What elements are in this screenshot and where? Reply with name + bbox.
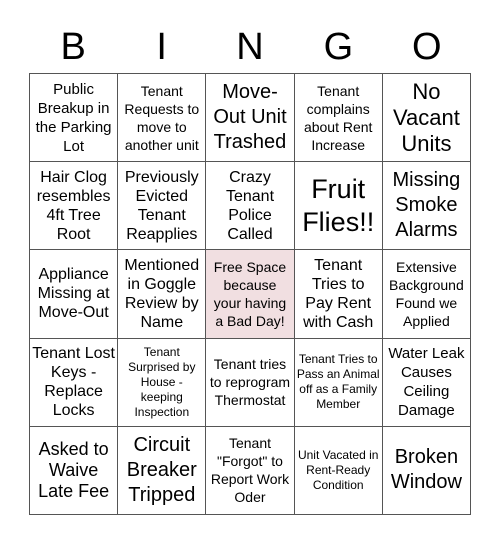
bingo-cell[interactable]: Asked to Waive Late Fee — [30, 426, 119, 515]
bingo-card: Public Breakup in the Parking Lot Tenant… — [29, 73, 471, 515]
header-letter-b: B — [60, 26, 86, 68]
bingo-cell[interactable]: Tenant Tries to Pay Rent with Cash — [294, 250, 383, 339]
free-space-cell[interactable]: Free Space because your having a Bad Day… — [206, 250, 295, 339]
bingo-cell[interactable]: Previously Evicted Tenant Reapplies — [118, 162, 207, 251]
cell-text: Previously Evicted Tenant Reapplies — [124, 168, 199, 243]
bingo-cell[interactable]: Tenant Surprised by House - keeping Insp… — [118, 338, 207, 427]
bingo-cell[interactable]: Missing Smoke Alarms — [382, 162, 471, 251]
cell-text: Tenant Tries to Pay Rent with Cash — [303, 256, 374, 331]
cell-text: No Vacant Units — [392, 78, 460, 156]
cell-text: Mentioned in Goggle Review by Name — [124, 256, 200, 331]
cell-text: Broken Window — [390, 446, 462, 494]
bingo-cell[interactable]: No Vacant Units — [382, 74, 471, 163]
bingo-cell[interactable]: Extensive Background Found we Applied — [382, 250, 471, 339]
bingo-cell[interactable]: Tenant "Forgot" to Report Work Oder — [206, 426, 295, 515]
cell-text: Tenant Lost Keys - Replace Locks — [32, 345, 115, 420]
cell-text: Missing Smoke Alarms — [392, 169, 461, 242]
bingo-cell[interactable]: Mentioned in Goggle Review by Name — [118, 250, 207, 339]
bingo-cell[interactable]: Move-Out Unit Trashed — [206, 74, 295, 163]
cell-text: Move-Out Unit Trashed — [213, 81, 287, 154]
cell-text: Hair Clog resembles 4ft Tree Root — [36, 168, 111, 243]
cell-text: Appliance Missing at Move-Out — [37, 266, 110, 322]
header-letter-g: G — [323, 26, 354, 68]
header-letter-n: N — [236, 26, 264, 68]
cell-text: Tenant "Forgot" to Report Work Oder — [210, 435, 290, 506]
bingo-cell[interactable]: Public Breakup in the Parking Lot — [30, 74, 119, 163]
cell-text: Fruit Flies!! — [302, 173, 375, 237]
cell-text: Tenant Tries to Pass an Animal off as a … — [296, 352, 380, 412]
bingo-cell[interactable]: Water Leak Causes Ceiling Damage — [382, 338, 471, 427]
bingo-cell[interactable]: Tenant Tries to Pass an Animal off as a … — [294, 338, 383, 427]
cell-text: Free Space because your having a Bad Day… — [213, 258, 287, 329]
cell-text: Tenant tries to reprogram Thermostat — [209, 356, 291, 409]
header-letter-o: O — [412, 26, 442, 68]
cell-text: Crazy Tenant Police Called — [225, 168, 275, 243]
bingo-cell[interactable]: Unit Vacated in Rent-Ready Condition — [294, 426, 383, 515]
cell-text: Tenant Requests to move to another unit — [124, 82, 200, 153]
cell-text: Unit Vacated in Rent-Ready Condition — [297, 447, 379, 492]
bingo-cell[interactable]: Tenant tries to reprogram Thermostat — [206, 338, 295, 427]
bingo-cell[interactable]: Fruit Flies!! — [294, 162, 383, 251]
cell-text: Tenant complains about Rent Increase — [303, 82, 373, 153]
bingo-header: B I N G O — [29, 22, 471, 72]
bingo-cell[interactable]: Circuit Breaker Tripped — [118, 426, 207, 515]
bingo-cell[interactable]: Tenant Lost Keys - Replace Locks — [30, 338, 119, 427]
header-letter-i: I — [156, 26, 167, 68]
cell-text: Asked to Waive Late Fee — [38, 438, 110, 501]
bingo-cell[interactable]: Broken Window — [382, 426, 471, 515]
bingo-cell[interactable]: Hair Clog resembles 4ft Tree Root — [30, 162, 119, 251]
bingo-cell[interactable]: Appliance Missing at Move-Out — [30, 250, 119, 339]
bingo-cell[interactable]: Tenant Requests to move to another unit — [118, 74, 207, 163]
cell-text: Circuit Breaker Tripped — [126, 433, 197, 506]
cell-text: Extensive Background Found we Applied — [389, 258, 464, 329]
cell-text: Water Leak Causes Ceiling Damage — [388, 345, 465, 420]
bingo-cell[interactable]: Tenant complains about Rent Increase — [294, 74, 383, 163]
cell-text: Public Breakup in the Parking Lot — [35, 80, 112, 155]
cell-text: Tenant Surprised by House - keeping Insp… — [128, 344, 196, 419]
bingo-cell[interactable]: Crazy Tenant Police Called — [206, 162, 295, 251]
